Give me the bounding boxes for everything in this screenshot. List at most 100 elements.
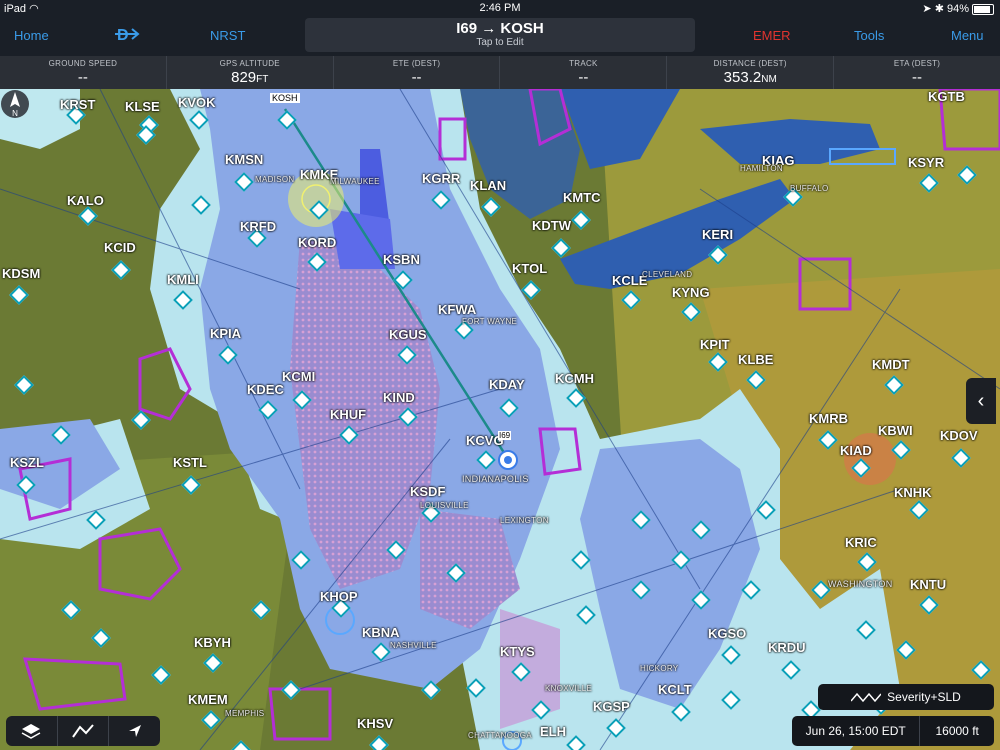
city-label: LOUISVILLE	[420, 501, 469, 510]
city-label: NASHVILLE	[390, 641, 437, 650]
airport-label[interactable]: KORD	[298, 235, 336, 250]
city-label: BUFFALO	[790, 184, 829, 193]
airport-label[interactable]: KGUS	[389, 327, 427, 342]
airport-label[interactable]: KRIC	[845, 535, 877, 550]
time-altitude-bar[interactable]: Jun 26, 15:00 EDT 16000 ft	[792, 716, 994, 746]
ground-speed-cell[interactable]: GROUND SPEED --	[0, 56, 167, 89]
airport-label[interactable]: KLSE	[125, 99, 160, 114]
direct-to-icon: D	[115, 27, 140, 44]
airport-label[interactable]: KCLT	[658, 682, 692, 697]
airport-label[interactable]: KMEM	[188, 692, 228, 707]
airport-label[interactable]: KNTU	[910, 577, 946, 592]
city-label: CLEVELAND	[642, 270, 693, 279]
airport-label[interactable]: KGRR	[422, 171, 460, 186]
wave-icon	[851, 692, 882, 703]
airport-label[interactable]: KCID	[104, 240, 136, 255]
forecast-time[interactable]: Jun 26, 15:00 EDT	[792, 716, 921, 746]
route-box[interactable]: I69 → KOSH Tap to Edit	[305, 18, 695, 52]
airport-label[interactable]: KDAY	[489, 377, 525, 392]
airport-label[interactable]: KRDU	[768, 640, 806, 655]
airport-label[interactable]: KDEC	[247, 382, 284, 397]
airport-label[interactable]: KGTB	[928, 89, 965, 104]
airport-label[interactable]: KSBN	[383, 252, 420, 267]
airport-label[interactable]: KCMH	[555, 371, 594, 386]
airport-label[interactable]: KSYR	[908, 155, 944, 170]
airport-label[interactable]: KSDF	[410, 484, 445, 499]
menu-button[interactable]: Menu	[951, 28, 984, 43]
airport-label[interactable]: KMLI	[167, 272, 199, 287]
airport-label[interactable]: KBYH	[194, 635, 231, 650]
status-bar: iPad ◠ 2:46 PM ➤ ✱ 94%	[0, 0, 1000, 16]
airport-label[interactable]: KGSO	[708, 626, 746, 641]
destination-label[interactable]: KOSH	[270, 93, 300, 103]
track-cell[interactable]: TRACK --	[500, 56, 668, 89]
home-button[interactable]: Home	[14, 28, 49, 43]
airport-label[interactable]: KMTC	[563, 190, 601, 205]
nearest-button[interactable]: NRST	[210, 28, 245, 43]
airport-label[interactable]: KTOL	[512, 261, 547, 276]
battery-indicator: ➤ ✱ 94%	[922, 2, 994, 15]
origin-label[interactable]: I69	[498, 431, 512, 440]
ete-label: ETE (DEST)	[392, 59, 441, 68]
airport-label[interactable]: KLAN	[470, 178, 506, 193]
layers-button[interactable]	[6, 716, 58, 746]
airport-label[interactable]: KYNG	[672, 285, 710, 300]
gps-altitude-cell[interactable]: GPS ALTITUDE 829FT	[167, 56, 334, 89]
weather-legend[interactable]: Severity+SLD	[818, 684, 994, 710]
city-label: MILWAUKEE	[330, 177, 380, 186]
gps-altitude-label: GPS ALTITUDE	[219, 59, 280, 68]
airport-label[interactable]: KHUF	[330, 407, 366, 422]
airport-label[interactable]: KDSM	[2, 266, 40, 281]
airport-label[interactable]: KHSV	[357, 716, 393, 731]
emergency-button[interactable]: EMER	[753, 28, 791, 43]
airport-label[interactable]: KCMI	[282, 369, 315, 384]
airport-label[interactable]: KRFD	[240, 219, 276, 234]
airport-label[interactable]: KPIA	[210, 326, 241, 341]
city-label: HICKORY	[640, 664, 679, 673]
instrument-panel[interactable]: GROUND SPEED -- GPS ALTITUDE 829FT ETE (DE…	[0, 56, 1000, 89]
airport-label[interactable]: KALO	[67, 193, 104, 208]
airport-label[interactable]: KFWA	[438, 302, 476, 317]
airport-label[interactable]: KPIT	[700, 337, 730, 352]
airport-label[interactable]: KMRB	[809, 411, 848, 426]
ete-cell[interactable]: ETE (DEST) --	[334, 56, 501, 89]
north-arrow-icon[interactable]: N	[0, 89, 30, 119]
city-label: FORT WAYNE	[462, 317, 518, 326]
distance-cell[interactable]: DISTANCE (DEST) 353.2NM	[667, 56, 835, 89]
direct-to-button[interactable]: D	[115, 24, 141, 47]
airport-label[interactable]: KSTL	[173, 455, 207, 470]
airport-label[interactable]: KIAD	[840, 443, 872, 458]
airport-label[interactable]: KDTW	[532, 218, 571, 233]
airport-label[interactable]: ELH	[540, 724, 566, 739]
airport-label[interactable]: KSZL	[10, 455, 44, 470]
bluetooth-icon: ✱	[934, 3, 944, 15]
location-icon: ➤	[922, 3, 932, 15]
profile-button[interactable]	[58, 716, 110, 746]
airport-label[interactable]: KMDT	[872, 357, 910, 372]
airport-label[interactable]: KMSN	[225, 152, 263, 167]
airport-label[interactable]: KBWI	[878, 423, 913, 438]
airport-label[interactable]: KDOV	[940, 428, 978, 443]
ete-value: --	[411, 69, 422, 86]
airport-label[interactable]: KGSP	[593, 699, 630, 714]
track-up-icon	[128, 725, 141, 737]
eta-value: --	[912, 69, 923, 86]
side-panel-toggle[interactable]: ‹	[966, 378, 996, 424]
airport-label[interactable]: KTYS	[500, 644, 535, 659]
track-up-button[interactable]	[109, 716, 160, 746]
eta-cell[interactable]: ETA (DEST) --	[834, 56, 1000, 89]
airport-label[interactable]: KLBE	[738, 352, 773, 367]
airport-label[interactable]: KHOP	[320, 589, 358, 604]
tools-button[interactable]: Tools	[854, 28, 884, 43]
forecast-altitude[interactable]: 16000 ft	[920, 716, 994, 746]
airport-label[interactable]: KIND	[383, 390, 415, 405]
airport-label[interactable]: KRST	[60, 97, 95, 112]
sectional-map[interactable]: KRST KLSE KVOK KOSH KMSN KMKE KALO KCID …	[0, 89, 1000, 750]
track-label: TRACK	[569, 59, 598, 68]
airport-label[interactable]: KVOK	[178, 95, 216, 110]
airport-label[interactable]: KNHK	[894, 485, 932, 500]
city-label: WASHINGTON	[828, 579, 893, 589]
airport-label[interactable]: KERI	[702, 227, 733, 242]
airport-label[interactable]: KBNA	[362, 625, 400, 640]
svg-text:D: D	[117, 27, 129, 44]
